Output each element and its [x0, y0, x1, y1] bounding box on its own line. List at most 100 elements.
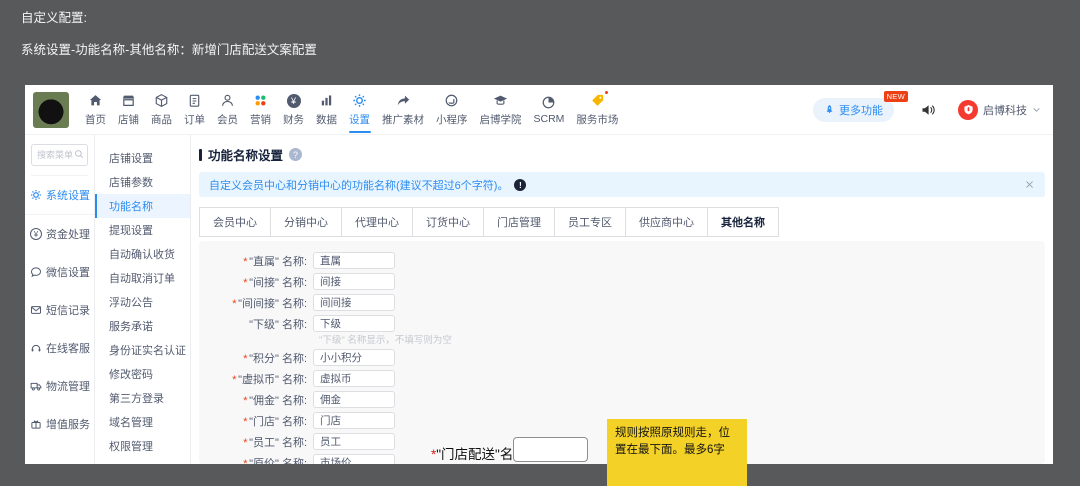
- name-input-indirect[interactable]: [313, 273, 395, 290]
- tab-bar: 会员中心 分销中心 代理中心 订货中心 门店管理 员工专区 供应商中心 其他名称: [199, 207, 1045, 237]
- name-input-original-price[interactable]: [313, 454, 395, 464]
- chevron-down-icon: [1032, 105, 1041, 114]
- share-arrow-icon: [396, 93, 411, 109]
- submenu-item[interactable]: 权限管理: [95, 434, 190, 458]
- name-input-virtual-coin[interactable]: [313, 370, 395, 387]
- name-input-points[interactable]: [313, 349, 395, 366]
- submenu-item[interactable]: 第三方登录: [95, 386, 190, 410]
- submenu-item[interactable]: 店铺参数: [95, 170, 190, 194]
- goods-icon: [154, 93, 169, 109]
- form-row: * "间接" 名称:: [199, 271, 1045, 292]
- nav-item-members[interactable]: 会员: [211, 85, 244, 135]
- submenu-item[interactable]: 服务承诺: [95, 314, 190, 338]
- account-menu[interactable]: 启博科技: [958, 99, 1041, 120]
- top-nav-right: 更多功能 NEW 启博科技: [813, 90, 1041, 122]
- name-input-indirect2[interactable]: [313, 294, 395, 311]
- field-label: "门店" 名称:: [249, 415, 307, 428]
- submenu-item[interactable]: 店铺设置: [95, 146, 190, 170]
- required-mark: *: [242, 394, 248, 407]
- form-row: * "直属" 名称:: [199, 250, 1045, 271]
- notification-dot: [603, 89, 609, 95]
- help-icon[interactable]: ?: [289, 148, 303, 161]
- page-title-row: 功能名称设置 ?: [199, 145, 1045, 164]
- info-icon[interactable]: !: [514, 178, 527, 191]
- name-input-staff[interactable]: [313, 433, 395, 450]
- top-nav: 首页 店铺 商品 订单 会员 营销 ¥ 财务 数据 设置 推广素材 小程序 启博…: [25, 85, 1053, 135]
- submenu-item[interactable]: 身份证实名认证: [95, 338, 190, 362]
- submenu-item-function-names[interactable]: 功能名称: [95, 194, 190, 218]
- gift-icon: [30, 418, 42, 430]
- order-icon: [187, 93, 202, 109]
- overlay-title: 自定义配置:: [21, 11, 87, 25]
- name-input-subordinate[interactable]: [313, 315, 395, 332]
- required-mark: *: [231, 297, 237, 310]
- name-input-commission[interactable]: [313, 391, 395, 408]
- nav-item-shop[interactable]: 店铺: [112, 85, 145, 135]
- field-label: "虚拟币" 名称:: [238, 373, 307, 386]
- tab-other-names[interactable]: 其他名称: [707, 207, 779, 237]
- tab-distribution-center[interactable]: 分销中心: [270, 207, 342, 237]
- nav-item-data[interactable]: 数据: [310, 85, 343, 135]
- nav-item-orders[interactable]: 订单: [178, 85, 211, 135]
- chat-bubble-icon: [30, 266, 42, 278]
- field-label: "间间接" 名称:: [238, 297, 307, 310]
- nav-item-academy[interactable]: 启博学院: [474, 85, 528, 135]
- announcement-speaker-icon[interactable]: [920, 102, 936, 118]
- tab-supplier-center[interactable]: 供应商中心: [625, 207, 708, 237]
- tab-member-center[interactable]: 会员中心: [199, 207, 271, 237]
- tab-ordering-center[interactable]: 订货中心: [412, 207, 484, 237]
- home-icon: [88, 93, 103, 109]
- submenu-item[interactable]: 修改密码: [95, 362, 190, 386]
- tab-staff-zone[interactable]: 员工专区: [554, 207, 626, 237]
- nav-item-miniprogram[interactable]: 小程序: [430, 85, 474, 135]
- sidebar-item-funds[interactable]: ¥ 资金处理: [25, 215, 94, 253]
- nav-item-settings[interactable]: 设置: [343, 85, 376, 135]
- name-input-store[interactable]: [313, 412, 395, 429]
- required-mark: *: [231, 373, 237, 386]
- submenu-item[interactable]: 系统日志: [95, 458, 190, 464]
- store-delivery-name-input[interactable]: [513, 437, 588, 462]
- submenu-item[interactable]: 提现设置: [95, 218, 190, 242]
- nav-item-marketing[interactable]: 营销: [244, 85, 277, 135]
- field-helper-text: "下级" 名称显示，不填写则为空: [319, 335, 452, 346]
- app-logo[interactable]: [33, 91, 69, 128]
- headset-icon: [30, 342, 42, 354]
- required-mark: *: [242, 436, 248, 449]
- graduation-cap-icon: [493, 93, 508, 109]
- truck-icon: [30, 380, 42, 392]
- sidebar-item-sms[interactable]: 短信记录: [25, 291, 94, 329]
- form-row: "下级" 名称:: [199, 313, 1045, 334]
- nav-item-scrm[interactable]: SCRM: [528, 85, 571, 135]
- tab-store-management[interactable]: 门店管理: [483, 207, 555, 237]
- sidebar-item-value-added[interactable]: 增值服务: [25, 405, 94, 443]
- sidebar-search: [31, 144, 88, 176]
- nav-item-finance[interactable]: ¥ 财务: [277, 85, 310, 135]
- field-label: "原价" 名称:: [249, 457, 307, 465]
- submenu-item[interactable]: 自动取消订单: [95, 266, 190, 290]
- sidebar-item-online-service[interactable]: 在线客服: [25, 329, 94, 367]
- submenu-item[interactable]: 域名管理: [95, 410, 190, 434]
- sidebar-item-wechat[interactable]: 微信设置: [25, 253, 94, 291]
- nav-item-promo-material[interactable]: 推广素材: [376, 85, 430, 135]
- nav-item-home[interactable]: 首页: [79, 85, 112, 135]
- tab-agent-center[interactable]: 代理中心: [341, 207, 413, 237]
- gear-icon: [352, 93, 367, 109]
- name-input-direct[interactable]: [313, 252, 395, 269]
- field-label: "员工" 名称:: [249, 436, 307, 449]
- nav-item-goods[interactable]: 商品: [145, 85, 178, 135]
- gear-icon: [30, 189, 42, 201]
- submenu-item[interactable]: 自动确认收货: [95, 242, 190, 266]
- more-features-button[interactable]: 更多功能 NEW: [813, 90, 908, 122]
- required-mark: *: [242, 276, 248, 289]
- sidebar-item-system-settings[interactable]: 系统设置: [25, 176, 94, 215]
- nav-item-service-market[interactable]: 服务市场: [570, 85, 624, 135]
- sidebar: 系统设置 ¥ 资金处理 微信设置 短信记录 在线客服 物流管理: [25, 135, 95, 464]
- required-mark: *: [242, 352, 248, 365]
- submenu-item[interactable]: 浮动公告: [95, 290, 190, 314]
- info-banner: 自定义会员中心和分销中心的功能名称(建议不超过6个字符)。 !: [199, 172, 1045, 197]
- app-window: 首页 店铺 商品 订单 会员 营销 ¥ 财务 数据 设置 推广素材 小程序 启博…: [25, 85, 1053, 464]
- member-icon: [220, 93, 235, 109]
- sidebar-item-logistics[interactable]: 物流管理: [25, 367, 94, 405]
- envelope-icon: [30, 304, 42, 316]
- banner-close-icon[interactable]: [1024, 179, 1035, 190]
